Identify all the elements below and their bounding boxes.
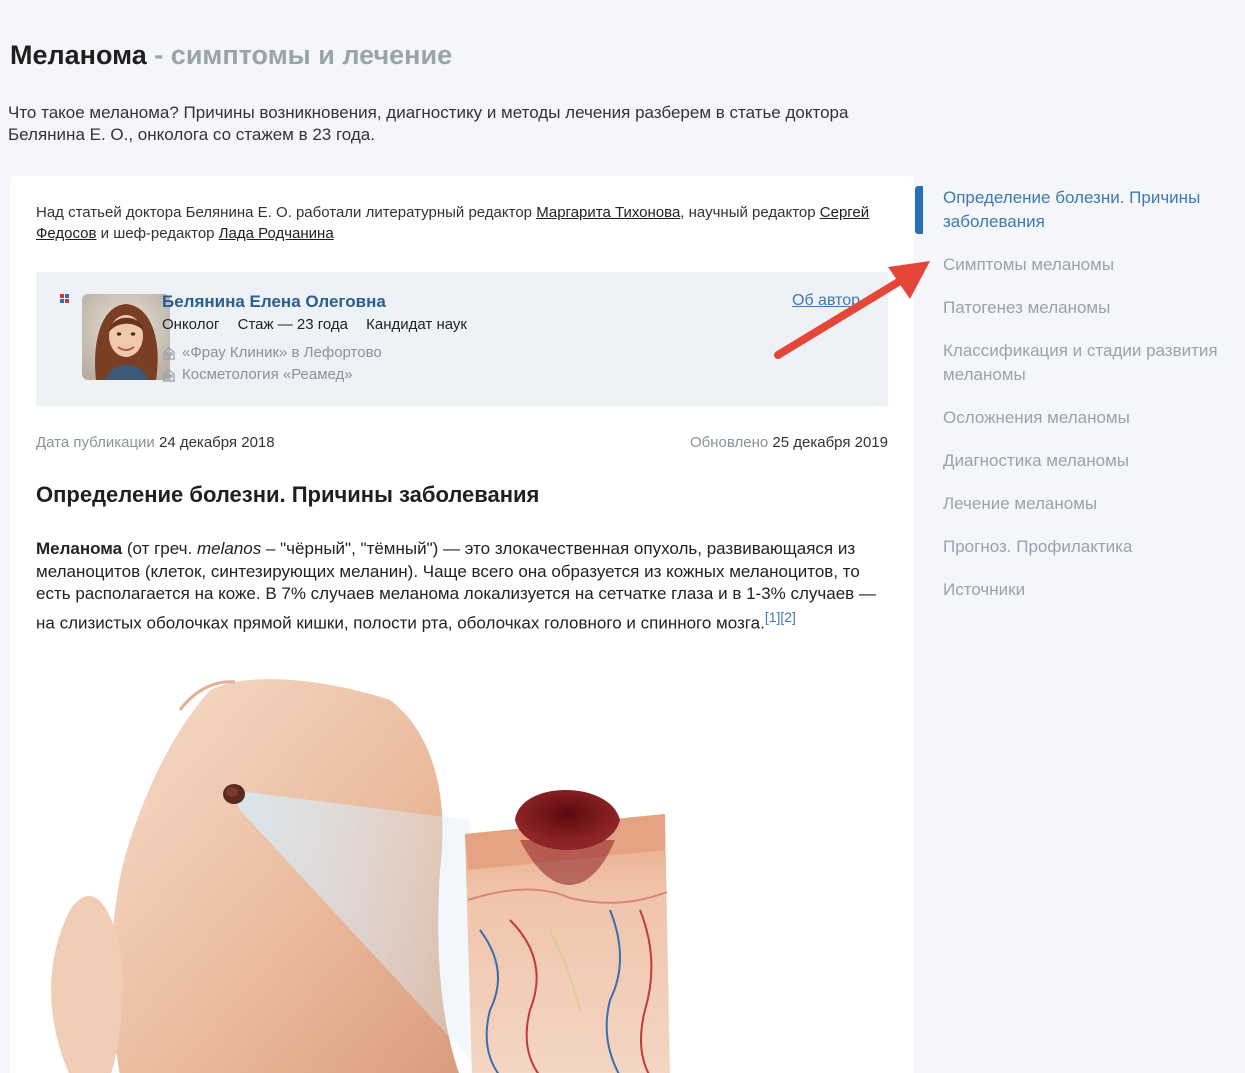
published-value: 24 декабря 2018 (158, 434, 275, 451)
author-box: Белянина Елена Олеговна Онколог Стаж — 2… (36, 272, 888, 406)
verified-badge-icon (60, 294, 69, 303)
clinic-name: Косметология «Реамед» (182, 366, 353, 383)
editor-credits: Над статьей доктора Белянина Е. О. работ… (36, 202, 896, 244)
term-bold: Меланома (36, 539, 123, 558)
page-title: Меланома - симптомы и лечение (10, 40, 452, 71)
chief-editor-link[interactable]: Лада Родчанина (219, 225, 334, 242)
page-title-main: Меланома (10, 40, 147, 70)
article-paragraph: Меланома (от греч. melanos – "чёрный", "… (36, 538, 896, 635)
page-title-separator: - (154, 40, 164, 70)
toc-item-classification[interactable]: Классификация и стадии развития меланомы (943, 339, 1245, 387)
toc-item-symptoms[interactable]: Симптомы меланомы (943, 253, 1243, 277)
building-icon (163, 346, 175, 360)
clinic-name: «Фрау Клиник» в Лефортово (182, 344, 382, 361)
author-meta: Онколог Стаж — 23 года Кандидат наук (162, 316, 481, 333)
from-greek: (от греч. (126, 539, 193, 558)
red-arrow-icon (774, 261, 930, 359)
credits-middle: , научный редактор (680, 204, 816, 221)
author-name[interactable]: Белянина Елена Олеговна (162, 292, 386, 312)
author-specialty: Онколог (162, 316, 220, 333)
melanoma-illustration (10, 670, 914, 1073)
toc-item-definition[interactable]: Определение болезни. Причины заболевания (943, 186, 1243, 234)
toc-item-pathogenesis[interactable]: Патогенез меланомы (943, 296, 1243, 320)
toc-item-complications[interactable]: Осложнения меланомы (943, 406, 1243, 430)
credits-and-chief: и шеф-редактор (100, 225, 215, 242)
toc-item-sources[interactable]: Источники (943, 578, 1243, 602)
lead-paragraph: Что такое меланома? Причины возникновени… (8, 103, 849, 144)
table-of-contents: Определение болезни. Причины заболевания… (943, 186, 1243, 621)
publication-date: Дата публикации 24 декабря 2018 (36, 434, 275, 451)
clinic-item[interactable]: Косметология «Реамед» (162, 366, 353, 383)
page-title-suffix: симптомы и лечение (170, 40, 453, 70)
credits-prefix: Над статьей доктора Белянина Е. О. работ… (36, 204, 533, 221)
clinic-item[interactable]: «Фрау Клиник» в Лефортово (162, 344, 382, 361)
references-link[interactable]: [1][2] (765, 609, 796, 625)
toc-active-indicator (915, 186, 923, 234)
author-experience: Стаж — 23 года (237, 316, 348, 333)
updated-label: Обновлено (689, 434, 769, 451)
greek-word: melanos (196, 539, 262, 558)
updated-date: Обновлено 25 декабря 2019 (690, 434, 888, 451)
toc-item-diagnostics[interactable]: Диагностика меланомы (943, 449, 1243, 473)
updated-value: 25 декабря 2019 (772, 434, 888, 451)
building-icon (163, 368, 175, 382)
author-degree: Кандидат наук (366, 316, 467, 333)
section-title: Определение болезни. Причины заболевания (36, 482, 540, 507)
literary-editor-link[interactable]: Маргарита Тихонова (536, 204, 680, 221)
toc-item-treatment[interactable]: Лечение меланомы (943, 492, 1243, 516)
author-avatar[interactable] (82, 294, 170, 380)
published-label: Дата публикации (36, 434, 155, 451)
toc-item-prognosis[interactable]: Прогноз. Профилактика (943, 535, 1243, 559)
